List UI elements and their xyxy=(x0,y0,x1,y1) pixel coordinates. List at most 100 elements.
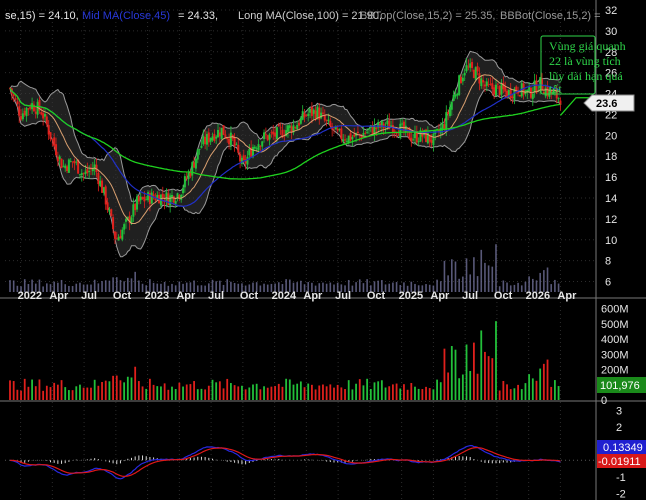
x-tick-label: Apr xyxy=(430,290,450,302)
x-tick-label: Jul xyxy=(335,290,351,302)
candle-body xyxy=(143,196,146,202)
candle-body xyxy=(18,106,21,116)
candle-body xyxy=(194,158,197,169)
volume-bar xyxy=(112,375,114,400)
candle-body xyxy=(73,160,76,164)
candle-body xyxy=(557,98,560,100)
volume-overlay-bar xyxy=(355,282,357,292)
annotation-line-4: tốt xyxy=(549,82,562,96)
candle-body xyxy=(198,148,201,150)
volume-bar xyxy=(388,386,391,400)
candle-body xyxy=(533,80,536,93)
volume-bar xyxy=(27,386,30,400)
volume-bar xyxy=(347,380,350,400)
candle-body xyxy=(474,67,477,80)
candle-body xyxy=(51,139,54,140)
volume-bar xyxy=(303,387,306,400)
legend-ma-mid-value: = 24.33, xyxy=(178,10,218,22)
candle-body xyxy=(117,237,120,241)
candle-body xyxy=(261,141,264,147)
candle-body xyxy=(67,159,70,173)
volume-bar xyxy=(204,389,207,400)
legend-bb-bot: BBBot(Close,15,2) = xyxy=(500,10,601,22)
candle-body xyxy=(182,188,185,194)
volume-bar xyxy=(310,384,313,400)
candle-body xyxy=(353,134,356,137)
volume-bar xyxy=(119,380,122,400)
candle-body xyxy=(110,209,113,216)
candle-body xyxy=(305,115,308,117)
candle-body xyxy=(86,169,89,174)
candle-body xyxy=(58,156,61,160)
price-tag-label: 23.6 xyxy=(596,98,617,110)
volume-bar xyxy=(226,378,229,400)
volume-overlay-bar xyxy=(358,279,361,292)
candle-body xyxy=(248,149,251,156)
volume-bar xyxy=(439,382,442,400)
candle-body xyxy=(298,122,301,126)
candle-body xyxy=(485,81,488,86)
candle-body xyxy=(531,93,534,99)
candle-body xyxy=(454,94,457,97)
volume-overlay-bar xyxy=(300,280,302,292)
candle-body xyxy=(253,146,256,149)
volume-bar xyxy=(167,389,170,400)
volume-tag-label: 101,976 xyxy=(600,380,640,392)
volume-bar xyxy=(506,384,508,400)
volume-bar xyxy=(45,385,48,400)
volume-bar xyxy=(126,376,129,400)
volume-bar xyxy=(255,383,258,400)
volume-bar xyxy=(531,378,534,400)
candle-body xyxy=(342,139,345,142)
x-tick-label: Oct xyxy=(240,290,259,302)
candle-body xyxy=(60,158,63,169)
candle-body xyxy=(43,113,46,117)
volume-overlay-bar xyxy=(388,283,391,292)
candle-body xyxy=(141,197,144,199)
candle-body xyxy=(233,137,236,147)
candle-body xyxy=(397,134,400,136)
volume-overlay-bar xyxy=(351,285,354,292)
volume-tick-label: 500M xyxy=(601,319,629,331)
annotation-line-1: Vùng giá quanh xyxy=(549,39,626,53)
candle-body xyxy=(200,145,203,148)
candle-body xyxy=(217,129,220,138)
candle-body xyxy=(12,94,15,97)
volume-overlay-bar xyxy=(46,283,48,292)
volume-overlay-bar xyxy=(484,262,486,292)
candle-body xyxy=(137,196,140,202)
x-tick-label: Apr xyxy=(557,290,577,302)
volume-bar xyxy=(215,382,218,400)
candle-body xyxy=(432,133,435,146)
volume-bar xyxy=(134,366,137,400)
candle-body xyxy=(47,125,50,135)
candle-body xyxy=(535,80,538,93)
candle-body xyxy=(136,196,139,210)
y-tick-label: 8 xyxy=(605,256,611,268)
volume-overlay-bar xyxy=(487,265,490,292)
candle-body xyxy=(375,127,378,130)
candle-body xyxy=(229,132,232,146)
candle-body xyxy=(220,127,223,139)
candle-body xyxy=(364,132,367,134)
volume-bar xyxy=(414,386,416,400)
volume-bar xyxy=(425,386,427,400)
candle-body xyxy=(443,124,446,129)
volume-bar xyxy=(450,346,453,400)
volume-bar xyxy=(241,385,243,400)
y-tick-label: 18 xyxy=(605,151,617,163)
x-tick-label: 2022 xyxy=(18,290,42,302)
volume-bar xyxy=(484,351,486,400)
volume-overlay-bar xyxy=(263,283,265,292)
candle-body xyxy=(509,89,512,99)
candle-body xyxy=(161,193,164,198)
volume-overlay-bar xyxy=(513,284,516,292)
candle-body xyxy=(349,133,352,141)
candle-body xyxy=(366,131,369,133)
volume-bar xyxy=(97,385,100,400)
volume-bar xyxy=(520,389,523,400)
y-tick-label: 6 xyxy=(605,277,611,289)
volume-bar xyxy=(49,387,52,400)
candle-body xyxy=(91,168,94,172)
candle-body xyxy=(310,106,313,117)
